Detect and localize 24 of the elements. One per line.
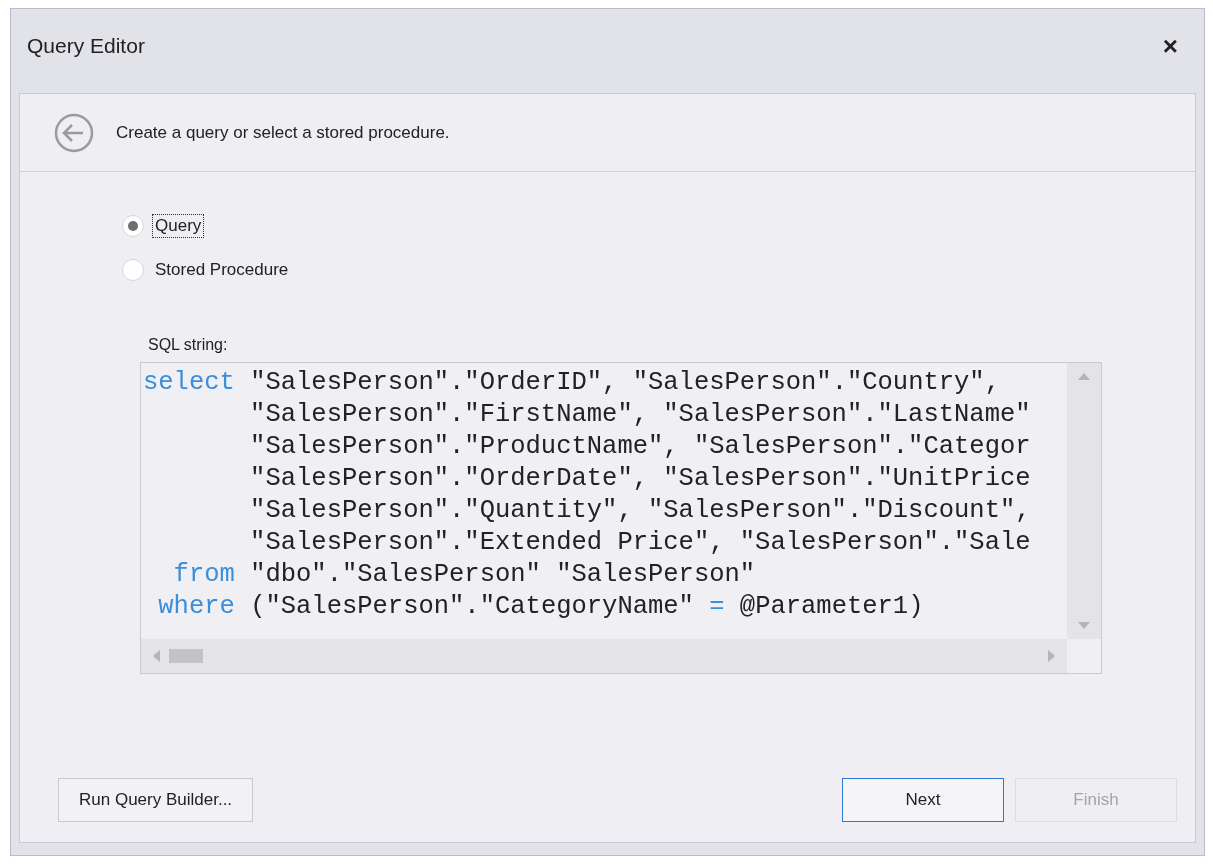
- scroll-thumb[interactable]: [169, 649, 203, 663]
- window-title: Query Editor: [27, 34, 145, 58]
- up-arrow-icon[interactable]: [1078, 371, 1090, 381]
- code-line: "SalesPerson"."ProductName", "SalesPerson"."Categor: [249, 431, 1032, 463]
- vertical-scrollbar[interactable]: [1067, 363, 1101, 639]
- code-line: where ("SalesPerson"."CategoryName" = @Parameter1): [157, 591, 925, 623]
- close-button[interactable]: ×: [1158, 30, 1182, 62]
- dialog-button[interactable]: Next: [842, 778, 1004, 822]
- down-arrow-icon[interactable]: [1078, 621, 1090, 631]
- code-line: "SalesPerson"."Extended Price", "SalesPerson"."Sale: [249, 527, 1032, 559]
- left-arrow-icon[interactable]: [151, 650, 161, 662]
- right-arrow-icon[interactable]: [1047, 650, 1057, 662]
- radio-option[interactable]: Query: [122, 214, 1195, 238]
- code-line: "SalesPerson"."Quantity", "SalesPerson"."Discount",: [249, 495, 1032, 527]
- radio-option[interactable]: Stored Procedure: [122, 258, 1195, 282]
- sql-editor[interactable]: [140, 362, 1102, 674]
- dialog-button[interactable]: Run Query Builder...: [58, 778, 254, 822]
- code-line: from "dbo"."SalesPerson" "SalesPerson": [172, 559, 757, 591]
- horizontal-scrollbar[interactable]: [141, 639, 1067, 673]
- sql-label: SQL string:: [148, 336, 229, 354]
- code-line: "SalesPerson"."FirstName", "SalesPerson"."LastName": [249, 399, 1032, 431]
- code-line: select "SalesPerson"."OrderID", "SalesPerson"."Country",: [143, 367, 1001, 399]
- code-line: "SalesPerson"."OrderDate", "SalesPerson"."UnitPrice: [249, 463, 1032, 495]
- header-text: Create a query or select a stored procedure.: [116, 122, 450, 143]
